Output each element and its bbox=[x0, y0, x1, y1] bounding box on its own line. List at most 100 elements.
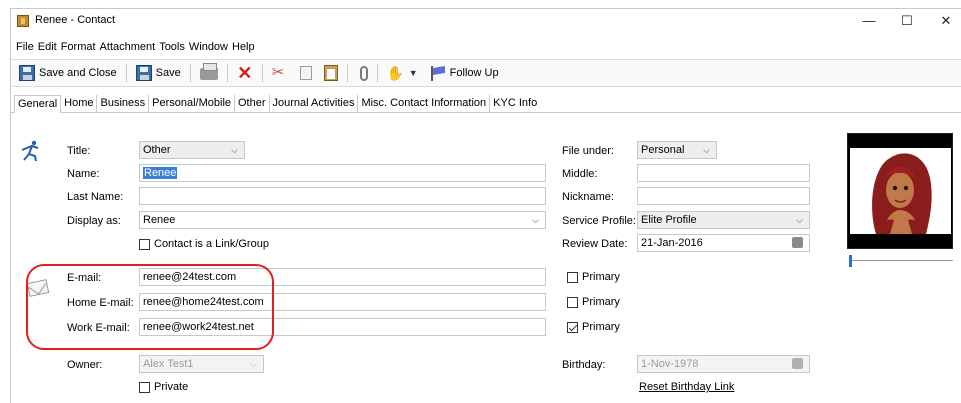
tab-journal-activities[interactable]: Journal Activities bbox=[270, 95, 359, 113]
last-name-label: Last Name: bbox=[67, 191, 124, 203]
tab-kyc-info[interactable]: KYC Info bbox=[490, 95, 540, 113]
home-email-primary-box[interactable] bbox=[567, 296, 578, 308]
printer-icon bbox=[199, 63, 218, 80]
birthday-value: 1-Nov-1978 bbox=[641, 358, 699, 370]
tab-personal-mobile[interactable]: Personal/Mobile bbox=[149, 95, 235, 113]
home-email-primary-checkbox[interactable]: Primary bbox=[567, 296, 620, 308]
review-date-input[interactable]: 21-Jan-2016 bbox=[637, 234, 810, 252]
copy-icon bbox=[299, 66, 312, 80]
menu-edit[interactable]: Edit bbox=[38, 39, 57, 55]
assign-dropdown-button[interactable]: ✋ ▼ bbox=[384, 62, 421, 84]
chevron-down-icon: ⌵ bbox=[250, 359, 257, 369]
follow-up-label: Follow Up bbox=[449, 67, 499, 79]
photo-frame bbox=[850, 148, 951, 234]
copy-button[interactable] bbox=[295, 62, 315, 84]
menu-attachment[interactable]: Attachment bbox=[100, 39, 156, 55]
toolbar: Save and Close Save ✕ ✂ ✋ ▼ Follow Up bbox=[11, 59, 961, 87]
menu-help[interactable]: Help bbox=[232, 39, 255, 55]
name-value: Renee bbox=[143, 167, 178, 179]
paste-icon bbox=[323, 65, 338, 81]
minimize-button[interactable]: — bbox=[854, 11, 884, 31]
attach-button[interactable] bbox=[354, 62, 371, 84]
print-button[interactable] bbox=[197, 62, 221, 84]
email-primary-box[interactable] bbox=[567, 271, 578, 283]
cut-button[interactable]: ✂ bbox=[269, 62, 291, 84]
last-name-input[interactable] bbox=[139, 187, 546, 205]
work-email-primary-box[interactable] bbox=[567, 321, 578, 333]
middle-label: Middle: bbox=[562, 168, 598, 180]
maximize-button[interactable]: ☐ bbox=[892, 11, 922, 31]
chevron-down-icon: ▼ bbox=[408, 68, 418, 78]
title-label: Title: bbox=[67, 145, 91, 157]
photo-slider-track[interactable] bbox=[849, 260, 953, 261]
delete-button[interactable]: ✕ bbox=[234, 62, 256, 84]
contact-group-label: Contact is a Link/Group bbox=[154, 238, 269, 250]
file-under-select[interactable]: Personal ⌵ bbox=[637, 141, 717, 159]
save-button[interactable]: Save bbox=[133, 62, 184, 84]
calendar-icon[interactable] bbox=[792, 237, 803, 248]
paperclip-icon bbox=[359, 65, 368, 81]
toolbar-separator bbox=[261, 64, 263, 82]
title-bar: Renee - Contact — ☐ ✕ bbox=[11, 9, 961, 33]
display-as-value: Renee bbox=[143, 214, 176, 226]
menu-file[interactable]: File bbox=[16, 39, 34, 55]
email-primary-label: Primary bbox=[582, 271, 620, 283]
toolbar-separator bbox=[376, 64, 378, 82]
private-checkbox[interactable]: Private bbox=[139, 381, 188, 393]
birthday-input: 1-Nov-1978 bbox=[637, 355, 810, 373]
middle-input[interactable] bbox=[637, 164, 810, 182]
review-date-label: Review Date: bbox=[562, 238, 628, 250]
chevron-down-icon: ⌵ bbox=[231, 145, 238, 155]
window-title: Renee - Contact bbox=[35, 14, 116, 26]
paste-button[interactable] bbox=[321, 62, 341, 84]
nickname-label: Nickname: bbox=[562, 191, 614, 203]
file-under-label: File under: bbox=[562, 145, 614, 157]
owner-label: Owner: bbox=[67, 359, 103, 371]
title-select[interactable]: Other ⌵ bbox=[139, 141, 245, 159]
nickname-input[interactable] bbox=[637, 187, 810, 205]
name-label: Name: bbox=[67, 168, 100, 180]
tab-strip: General Home Business Personal/Mobile Ot… bbox=[11, 95, 961, 113]
contact-group-checkbox[interactable]: Contact is a Link/Group bbox=[139, 238, 269, 250]
hand-icon: ✋ bbox=[386, 65, 405, 81]
save-and-close-label: Save and Close bbox=[39, 67, 117, 79]
close-button[interactable]: ✕ bbox=[931, 11, 961, 31]
chevron-down-icon: ⌵ bbox=[796, 215, 803, 225]
save-and-close-button[interactable]: Save and Close bbox=[16, 62, 120, 84]
chevron-down-icon: ⌵ bbox=[703, 145, 710, 155]
person-icon bbox=[21, 140, 39, 162]
display-as-select[interactable]: Renee ⌵ bbox=[139, 211, 546, 229]
flag-icon bbox=[430, 66, 446, 81]
service-profile-value: Elite Profile bbox=[641, 214, 697, 226]
owner-select: Alex Test1 ⌵ bbox=[139, 355, 264, 373]
calendar-icon bbox=[792, 358, 803, 369]
tab-home[interactable]: Home bbox=[61, 95, 98, 113]
contact-app-icon bbox=[17, 15, 29, 27]
email-highlight-oval bbox=[26, 264, 274, 350]
contact-group-box[interactable] bbox=[139, 238, 150, 250]
menu-bar: File Edit Format Attachment Tools Window… bbox=[11, 39, 259, 55]
display-as-label: Display as: bbox=[67, 215, 121, 227]
private-box[interactable] bbox=[139, 381, 150, 393]
email-primary-checkbox[interactable]: Primary bbox=[567, 271, 620, 283]
menu-tools[interactable]: Tools bbox=[159, 39, 185, 55]
owner-value: Alex Test1 bbox=[143, 358, 194, 370]
title-value: Other bbox=[143, 144, 171, 156]
reset-birthday-link[interactable]: Reset Birthday Link bbox=[639, 381, 734, 393]
scissors-icon: ✂ bbox=[271, 64, 285, 81]
photo-slider-handle[interactable] bbox=[849, 255, 852, 267]
contact-photo[interactable] bbox=[847, 133, 953, 249]
tab-other[interactable]: Other bbox=[235, 95, 270, 113]
review-date-value: 21-Jan-2016 bbox=[641, 237, 703, 249]
contact-window: Renee - Contact — ☐ ✕ File Edit Format A… bbox=[10, 8, 961, 403]
tab-general[interactable]: General bbox=[14, 95, 62, 113]
tab-misc-contact-information[interactable]: Misc. Contact Information bbox=[358, 95, 491, 113]
tab-business[interactable]: Business bbox=[97, 95, 150, 113]
service-profile-select[interactable]: Elite Profile ⌵ bbox=[637, 211, 810, 229]
menu-window[interactable]: Window bbox=[189, 39, 228, 55]
menu-format[interactable]: Format bbox=[61, 39, 96, 55]
save-label: Save bbox=[155, 67, 181, 79]
work-email-primary-checkbox[interactable]: Primary bbox=[567, 321, 620, 333]
name-input[interactable]: Renee bbox=[139, 164, 546, 182]
follow-up-button[interactable]: Follow Up bbox=[427, 62, 502, 84]
